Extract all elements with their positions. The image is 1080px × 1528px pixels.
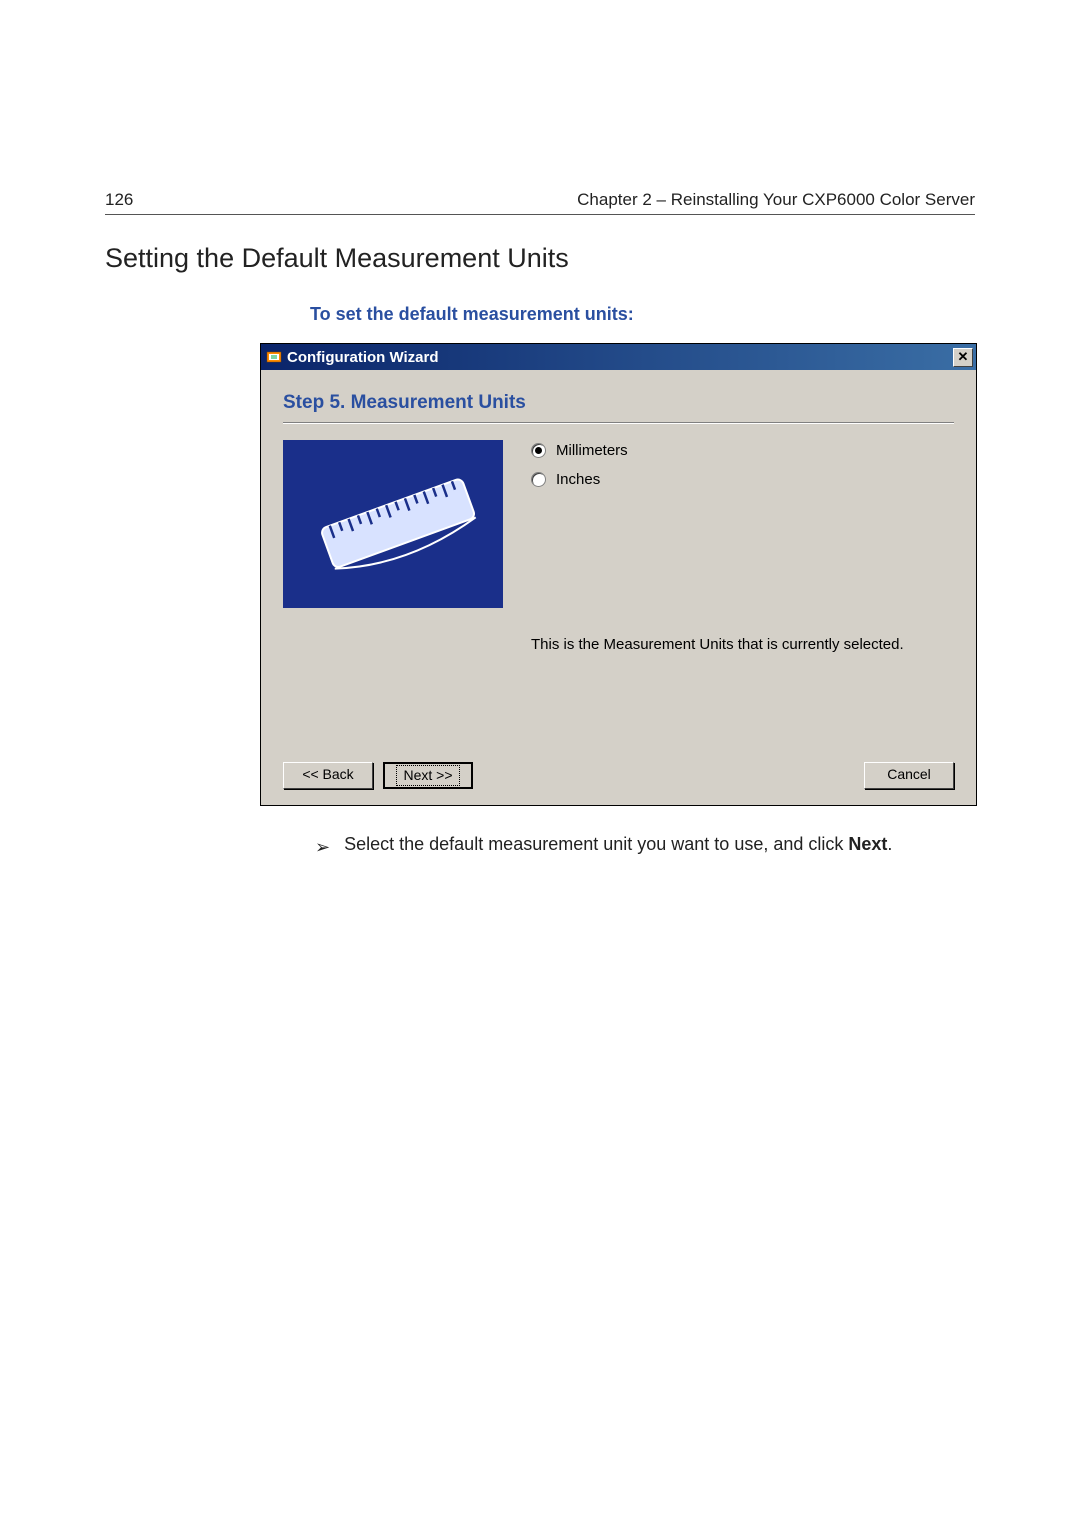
chapter-title: Chapter 2 – Reinstalling Your CXP6000 Co… <box>577 190 975 210</box>
description-text: This is the Measurement Units that is cu… <box>531 636 954 756</box>
unit-options: Millimeters Inches <box>531 440 628 608</box>
close-button[interactable]: ✕ <box>953 348 973 367</box>
dialog-titlebar: Configuration Wizard ✕ <box>261 344 976 370</box>
section-heading: Setting the Default Measurement Units <box>105 243 975 274</box>
radio-label: Millimeters <box>556 442 628 459</box>
page-number: 126 <box>105 190 133 210</box>
step-title: Step 5. Measurement Units <box>283 392 954 420</box>
radio-icon <box>531 472 546 487</box>
divider <box>283 422 954 424</box>
radio-millimeters[interactable]: Millimeters <box>531 442 628 459</box>
bullet-icon: ➢ <box>315 834 330 860</box>
configuration-wizard-dialog: Configuration Wizard ✕ Step 5. Measureme… <box>260 343 977 806</box>
back-button[interactable]: << Back <box>283 762 373 789</box>
radio-inches[interactable]: Inches <box>531 471 628 488</box>
radio-icon <box>531 443 546 458</box>
dialog-button-row: << Back Next >> Cancel <box>283 756 954 789</box>
instruction-text: Select the default measurement unit you … <box>344 834 892 860</box>
dialog-title: Configuration Wizard <box>287 349 953 366</box>
page-header: 126 Chapter 2 – Reinstalling Your CXP600… <box>105 190 975 215</box>
instruction-step: ➢ Select the default measurement unit yo… <box>315 834 975 860</box>
next-button[interactable]: Next >> <box>383 762 473 789</box>
radio-label: Inches <box>556 471 600 488</box>
cancel-button[interactable]: Cancel <box>864 762 954 789</box>
ruler-illustration <box>283 440 503 608</box>
sub-instruction: To set the default measurement units: <box>310 304 975 325</box>
wizard-icon <box>266 349 282 365</box>
